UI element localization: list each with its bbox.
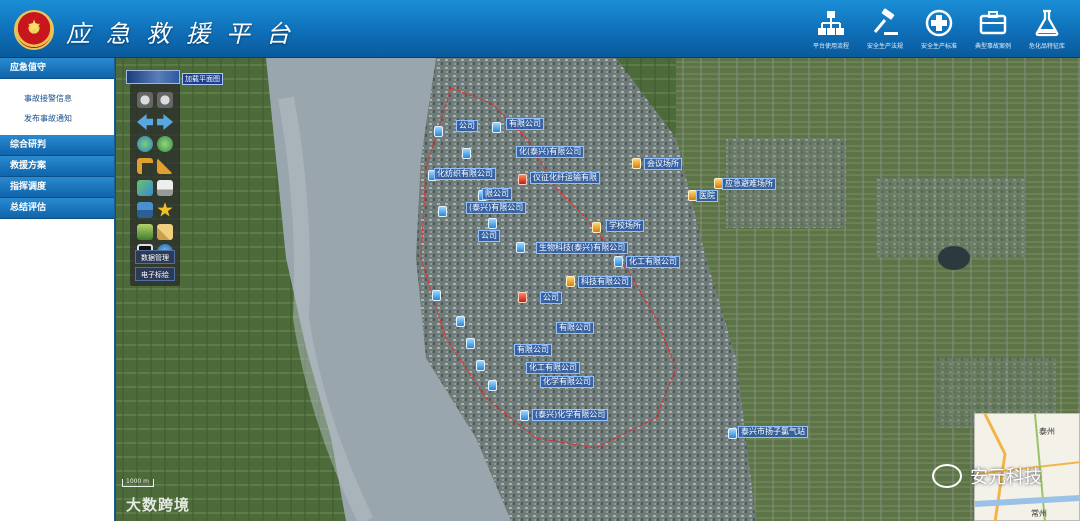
sidebar-item-accident-alarm[interactable]: 事故接警信息 (0, 89, 114, 109)
map-toolbox: 数据管理 电子标绘 (130, 84, 180, 286)
tool-label: 危化品特征库 (1028, 43, 1065, 50)
gavel-icon (873, 8, 898, 35)
measure-distance-icon[interactable] (137, 158, 153, 174)
tool-label: 平台使用流程 (812, 43, 849, 50)
poi-marker-icon[interactable] (432, 290, 441, 301)
poi-label[interactable]: 化工有限公司 (626, 256, 680, 268)
poi-label[interactable]: 化纺织有限公司 (434, 168, 496, 180)
school-marker-icon[interactable] (592, 222, 601, 233)
layer-map-icon[interactable] (137, 180, 153, 196)
safety-standard-button[interactable]: 安全生产标准 (912, 6, 966, 52)
map-view[interactable]: 加载平面图 数据管理 电子标绘 公司 有限公司 化(泰兴)有限公司 化纺织有限公… (116, 58, 1080, 521)
watermark-left: 大数跨境 (126, 496, 191, 514)
meeting-marker-icon[interactable] (632, 158, 641, 169)
pan-left-icon[interactable] (137, 114, 153, 130)
briefcase-icon (979, 11, 1007, 35)
sidebar-submenu: 事故接警信息 发布事故通知 (0, 79, 114, 135)
top-toolbar: 平台使用流程 安全生产法规 安全生产标准 典型事故案例 危化品特征库 (804, 6, 1074, 52)
poi-label[interactable]: 会议场所 (644, 158, 682, 170)
sidebar-section-evaluation[interactable]: 总结评估 (0, 198, 114, 219)
app-header: ★ 应急救援平台 平台使用流程 安全生产法规 安全生产标准 典型事故案例 危化品… (0, 0, 1080, 58)
poi-label[interactable]: 化工有限公司 (526, 362, 580, 374)
poi-label[interactable]: 生物科技(泰兴)有限公司 (536, 242, 629, 254)
poi-label[interactable]: (泰兴)有限公司 (466, 202, 527, 214)
fire-marker-icon[interactable] (518, 174, 527, 185)
accident-case-button[interactable]: 典型事故案例 (966, 6, 1020, 52)
poi-label[interactable]: 公司 (456, 120, 478, 132)
sidebar: 应急值守 事故接警信息 发布事故通知 综合研判 救援方案 指挥调度 总结评估 (0, 58, 115, 521)
poi-label[interactable]: 有限公司 (514, 344, 552, 356)
poi-label[interactable]: 科技有限公司 (578, 276, 632, 288)
emblem-logo: ★ (14, 10, 54, 50)
poi-marker-icon[interactable] (434, 126, 443, 137)
poi-marker-icon[interactable] (462, 148, 471, 159)
sidebar-section-analysis[interactable]: 综合研判 (0, 135, 114, 156)
poi-label[interactable]: 学校场所 (606, 220, 644, 232)
poi-marker-icon[interactable] (566, 276, 575, 287)
poi-marker-icon[interactable] (488, 218, 497, 229)
poi-marker-icon[interactable] (520, 410, 529, 421)
scale-text: 1000 m (126, 478, 150, 485)
poi-label[interactable]: 医院 (696, 190, 718, 202)
measure-area-icon[interactable] (157, 158, 173, 174)
wechat-icon (932, 464, 962, 488)
flask-icon (1035, 9, 1059, 37)
poi-label[interactable]: 公司 (478, 230, 500, 242)
chemical-db-button[interactable]: 危化品特征库 (1020, 6, 1074, 52)
org-chart-icon (818, 11, 844, 35)
mini-map-city-label: 泰州 (1039, 427, 1055, 436)
data-management-button[interactable]: 数据管理 (135, 250, 175, 264)
pan-right-icon[interactable] (157, 114, 173, 130)
watermark-right: 安元科技 (932, 463, 1042, 489)
platform-process-button[interactable]: 平台使用流程 (804, 6, 858, 52)
layers-icon[interactable] (137, 224, 153, 240)
medical-cross-icon (925, 9, 953, 37)
print-icon[interactable] (157, 180, 173, 196)
monitor-icon[interactable] (137, 202, 153, 218)
poi-marker-icon[interactable] (466, 338, 475, 349)
sidebar-item-publish-notice[interactable]: 发布事故通知 (0, 109, 114, 129)
full-extent-icon[interactable] (157, 136, 173, 152)
sidebar-section-duty[interactable]: 应急值守 (0, 58, 114, 79)
watermark-right-text: 安元科技 (970, 467, 1042, 488)
tool-label: 安全生产法规 (866, 43, 903, 50)
mini-map-city-label: 常州 (1031, 509, 1047, 518)
poi-marker-icon[interactable] (476, 360, 485, 371)
poi-marker-icon[interactable] (492, 122, 501, 133)
star-icon[interactable] (157, 202, 173, 217)
poi-label[interactable]: 公司 (540, 292, 562, 304)
poi-label[interactable]: 化学有限公司 (540, 376, 594, 388)
poi-label[interactable]: 化(泰兴)有限公司 (516, 146, 585, 158)
electronic-plot-button[interactable]: 电子标绘 (135, 267, 175, 281)
brush-clear-icon[interactable] (157, 224, 173, 240)
zoom-in-icon[interactable] (137, 92, 153, 108)
poi-label[interactable]: (泰兴)化学有限公司 (532, 409, 609, 421)
sidebar-section-rescue-plan[interactable]: 救援方案 (0, 156, 114, 177)
poi-marker-icon[interactable] (614, 256, 623, 267)
overview-map-thumbnail[interactable] (126, 70, 180, 84)
zoom-out-icon[interactable] (157, 92, 173, 108)
poi-marker-icon[interactable] (516, 242, 525, 253)
poi-marker-icon[interactable] (438, 206, 447, 217)
poi-marker-icon[interactable] (728, 428, 737, 439)
app-title: 应急救援平台 (66, 20, 306, 48)
poi-label[interactable]: 有限公司 (506, 118, 544, 130)
fire-marker-icon[interactable] (518, 292, 527, 303)
poi-marker-icon[interactable] (456, 316, 465, 327)
tool-label: 典型事故案例 (974, 43, 1011, 50)
poi-label[interactable]: 应急避难场所 (722, 178, 776, 190)
globe-icon[interactable] (137, 136, 153, 152)
poi-label[interactable]: 有限公司 (556, 322, 594, 334)
sidebar-section-dispatch[interactable]: 指挥调度 (0, 177, 114, 198)
satellite-map (116, 58, 1080, 521)
poi-label[interactable]: 仪征化纤运输有限 (530, 172, 600, 184)
safety-law-button[interactable]: 安全生产法规 (858, 6, 912, 52)
poi-marker-icon[interactable] (488, 380, 497, 391)
load-floorplan-link[interactable]: 加载平面图 (182, 73, 223, 85)
tool-label: 安全生产标准 (920, 43, 957, 50)
poi-label[interactable]: 泰兴市扬子氯气站 (738, 426, 808, 438)
poi-label[interactable]: 限公司 (482, 188, 512, 200)
